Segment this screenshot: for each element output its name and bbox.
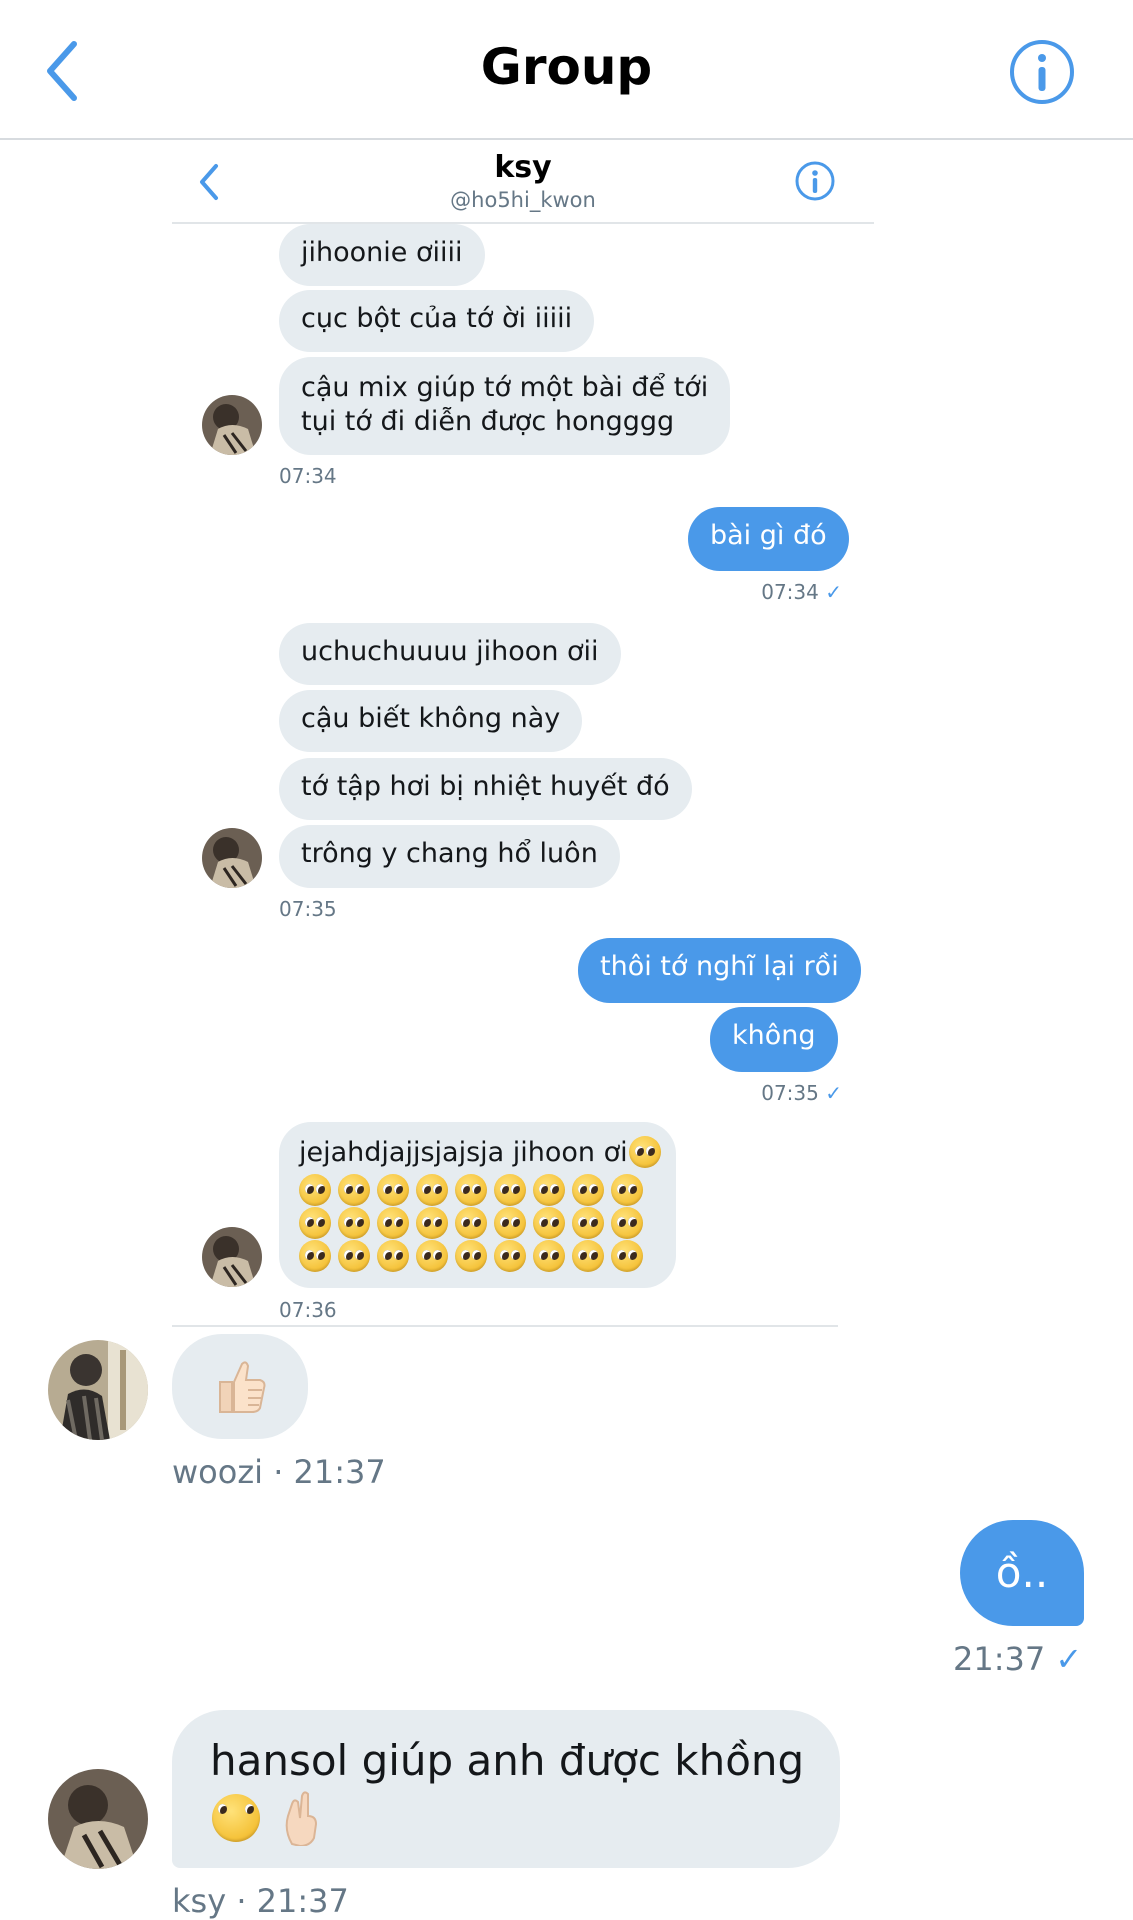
message-bubble: ồ..	[960, 1520, 1084, 1626]
pleading-face-emoji	[416, 1207, 448, 1239]
pleading-face-emoji-grid	[299, 1136, 661, 1288]
pleading-face-emoji	[455, 1174, 487, 1206]
timestamp: 07:35 ✓	[761, 1081, 842, 1105]
pleading-face-emoji	[377, 1207, 409, 1239]
avatar	[202, 1227, 262, 1287]
timestamp: 07:35	[279, 897, 337, 921]
crossed-fingers-icon	[285, 1791, 318, 1846]
timestamp: 07:36	[279, 1298, 337, 1322]
pleading-face-emoji	[377, 1240, 409, 1272]
pleading-face-emoji	[494, 1207, 526, 1239]
message-bubble: bài gì đó	[688, 507, 849, 571]
check-icon: ✓	[1055, 1640, 1083, 1678]
message-bubble: không	[710, 1007, 838, 1072]
info-icon	[1010, 40, 1074, 104]
avatar	[202, 395, 262, 455]
pleading-face-emoji	[533, 1174, 565, 1206]
pleading-face-emoji	[299, 1207, 331, 1239]
pleading-face-emoji	[299, 1240, 331, 1272]
message-bubble: uchuchuuuu jihoon ơii	[279, 623, 621, 685]
check-icon: ✓	[825, 1081, 842, 1105]
sender-meta: woozi · 21:37	[172, 1453, 386, 1491]
pleading-face-emoji	[611, 1174, 643, 1206]
pleading-face-emoji	[611, 1207, 643, 1239]
pleading-face-emoji	[212, 1794, 260, 1842]
pleading-face-emoji	[629, 1136, 661, 1168]
pleading-face-emoji	[416, 1240, 448, 1272]
pleading-face-emoji	[455, 1240, 487, 1272]
message-bubble: trông y chang hổ luôn	[279, 825, 620, 888]
embedded-conversation-header: ksy @ho5hi_kwon	[172, 140, 874, 224]
timestamp: 07:34 ✓	[761, 580, 842, 604]
pleading-face-emoji	[494, 1240, 526, 1272]
message-bubble: tớ tập hơi bị nhiệt huyết đó	[279, 758, 692, 820]
pleading-face-emoji	[338, 1207, 370, 1239]
avatar	[48, 1340, 148, 1440]
message-bubble: thôi tớ nghĩ lại rồi	[578, 938, 861, 1003]
message-bubble: jejahdjajjsjajsja jihoon ơi	[279, 1122, 676, 1288]
page-title: Group	[480, 38, 653, 96]
timestamp: 21:37 ✓	[953, 1640, 1083, 1678]
pleading-face-emoji	[533, 1240, 565, 1272]
pleading-face-emoji	[572, 1240, 604, 1272]
message-bubble: jihoonie ơiiii	[279, 224, 485, 286]
message-bubble: cậu biết không này	[279, 690, 583, 752]
info-button[interactable]	[1008, 38, 1076, 106]
message-bubble	[172, 1334, 308, 1439]
pleading-face-emoji	[572, 1207, 604, 1239]
top-header: Group	[0, 0, 1133, 140]
message-bubble: cục bột của tớ ời iiiii	[279, 290, 595, 352]
info-icon	[794, 160, 836, 202]
divider	[172, 1325, 838, 1327]
message-bubble: cậu mix giúp tớ một bài để tới tụi tớ đi…	[279, 357, 731, 455]
check-icon: ✓	[825, 580, 842, 604]
pleading-face-emoji	[494, 1174, 526, 1206]
contact-name: ksy	[494, 150, 552, 185]
pleading-face-emoji	[611, 1240, 643, 1272]
pleading-face-emoji	[338, 1240, 370, 1272]
pleading-face-emoji	[455, 1207, 487, 1239]
pleading-face-emoji	[572, 1174, 604, 1206]
message-text: hansol giúp anh được khồng	[210, 1736, 805, 1785]
thumbs-up-icon	[219, 1361, 266, 1413]
pleading-face-emoji	[416, 1174, 448, 1206]
avatar	[48, 1769, 148, 1869]
contact-handle: @ho5hi_kwon	[450, 188, 596, 212]
sender-meta: ksy · 21:37	[172, 1882, 349, 1920]
pleading-face-emoji	[377, 1174, 409, 1206]
pleading-face-emoji	[299, 1174, 331, 1206]
timestamp: 07:34	[279, 464, 337, 488]
pleading-face-emoji	[338, 1174, 370, 1206]
avatar	[202, 828, 262, 888]
message-bubble: hansol giúp anh được khồng	[172, 1710, 840, 1868]
pleading-face-emoji	[533, 1207, 565, 1239]
